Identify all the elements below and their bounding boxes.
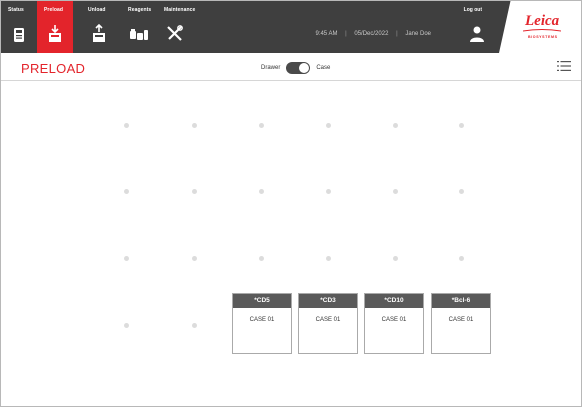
reagents-icon bbox=[130, 29, 148, 40]
nav-preload-label: Preload bbox=[44, 7, 64, 13]
list-menu-icon[interactable] bbox=[557, 60, 571, 72]
empty-slot[interactable] bbox=[459, 256, 464, 261]
case-card-bcl-6[interactable]: *Bcl-6 CASE 01 bbox=[431, 293, 491, 354]
empty-slot[interactable] bbox=[192, 123, 197, 128]
empty-slot[interactable] bbox=[393, 189, 398, 194]
empty-slot[interactable] bbox=[124, 323, 129, 328]
case-label: CASE 01 bbox=[249, 317, 275, 323]
case-card-cd5[interactable]: *CD5 CASE 01 bbox=[232, 293, 292, 354]
case-marker: *CD10 bbox=[365, 294, 423, 308]
empty-slot[interactable] bbox=[459, 123, 464, 128]
brand-name: Leica bbox=[525, 13, 560, 29]
nav-reagents-label: Reagents bbox=[128, 7, 152, 13]
case-marker: *Bcl-6 bbox=[432, 294, 490, 308]
status-icon bbox=[14, 28, 24, 42]
empty-slot[interactable] bbox=[326, 256, 331, 261]
maintenance-icon bbox=[167, 25, 183, 41]
empty-slot[interactable] bbox=[124, 123, 129, 128]
drawer-case-toggle-group: Drawer Case bbox=[261, 61, 330, 75]
empty-slot[interactable] bbox=[393, 256, 398, 261]
unload-icon bbox=[93, 24, 105, 42]
nav-reagents[interactable]: Reagents bbox=[121, 1, 157, 53]
preload-icon bbox=[49, 25, 61, 42]
current-time: 9:45 AM bbox=[315, 31, 338, 37]
empty-slot[interactable] bbox=[259, 256, 264, 261]
case-marker: *CD3 bbox=[299, 294, 357, 308]
case-label: CASE 01 bbox=[315, 317, 341, 323]
status-separator: | bbox=[345, 31, 347, 37]
nav-status[interactable]: Status bbox=[1, 1, 37, 53]
toggle-label-drawer: Drawer bbox=[261, 65, 281, 71]
current-date: 05/Dec/2022 bbox=[354, 31, 389, 37]
empty-slot[interactable] bbox=[192, 189, 197, 194]
case-card-cd3[interactable]: *CD3 CASE 01 bbox=[298, 293, 358, 354]
user-logout-icon[interactable] bbox=[469, 25, 485, 43]
empty-slot[interactable] bbox=[393, 123, 398, 128]
nav-preload[interactable]: Preload bbox=[37, 1, 73, 53]
app-window: Status Preload Unload Reagents Maintenan… bbox=[0, 0, 582, 407]
page-header: PRELOAD Drawer Case bbox=[1, 53, 581, 81]
empty-slot[interactable] bbox=[192, 256, 197, 261]
status-readout: 9:45 AM | 05/Dec/2022 | Jane Doe bbox=[315, 31, 431, 37]
toggle-knob bbox=[299, 63, 310, 73]
empty-slot[interactable] bbox=[459, 189, 464, 194]
case-label: CASE 01 bbox=[381, 317, 407, 323]
empty-slot[interactable] bbox=[124, 189, 129, 194]
top-navigation-bar: Status Preload Unload Reagents Maintenan… bbox=[1, 1, 581, 53]
nav-maintenance-label: Maintenance bbox=[164, 7, 196, 13]
page-title: PRELOAD bbox=[21, 61, 86, 76]
case-marker: *CD5 bbox=[233, 294, 291, 308]
drawer-case-toggle[interactable] bbox=[286, 62, 311, 74]
empty-slot[interactable] bbox=[124, 256, 129, 261]
empty-slot[interactable] bbox=[259, 189, 264, 194]
nav-unload-label: Unload bbox=[88, 7, 106, 13]
brand-subtitle: BIOSYSTEMS bbox=[528, 35, 558, 39]
empty-slot[interactable] bbox=[192, 323, 197, 328]
case-card-cd10[interactable]: *CD10 CASE 01 bbox=[364, 293, 424, 354]
empty-slot[interactable] bbox=[326, 123, 331, 128]
current-user: Jane Doe bbox=[405, 31, 431, 37]
nav-status-label: Status bbox=[8, 7, 24, 13]
empty-slot[interactable] bbox=[326, 189, 331, 194]
nav-maintenance[interactable]: Maintenance bbox=[157, 1, 196, 53]
brand-logo: Leica BIOSYSTEMS bbox=[499, 1, 581, 53]
nav-unload[interactable]: Unload bbox=[81, 1, 117, 53]
status-separator: | bbox=[396, 31, 398, 37]
empty-slot[interactable] bbox=[259, 123, 264, 128]
brand-swoosh bbox=[523, 29, 561, 32]
toggle-label-case: Case bbox=[316, 65, 331, 71]
logout-label[interactable]: Log out bbox=[464, 7, 482, 13]
case-label: CASE 01 bbox=[448, 317, 474, 323]
